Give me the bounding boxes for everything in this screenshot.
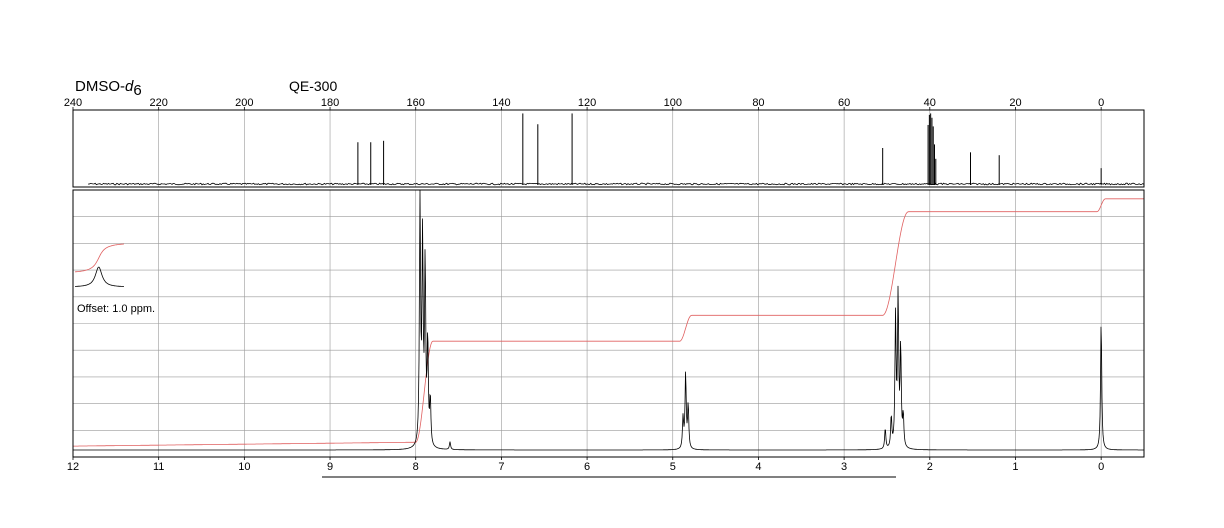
- c13-tick-label: 200: [235, 97, 253, 109]
- c13-tick-label: 80: [752, 97, 764, 109]
- c13-trace: [87, 182, 1145, 186]
- offset-label: Offset: 1.0 ppm.: [77, 303, 155, 315]
- c13-tick-label: 0: [1098, 97, 1104, 109]
- c13-frame: [72, 109, 1145, 188]
- c13-tick-label: 20: [1009, 97, 1021, 109]
- h1-tick-label: 10: [238, 461, 250, 473]
- c13-tick-label: 140: [492, 97, 510, 109]
- h1-axis: 12 11 10 9 8 7 6 5 4 3 2 1 0: [67, 457, 1104, 473]
- h1-tick-label: 3: [841, 461, 847, 473]
- h1-grid: [72, 190, 1144, 457]
- h1-tick-label: 0: [1098, 461, 1104, 473]
- c13-axis: 240 220 200 180 160 140 120 100 80 60 40 20 0: [64, 97, 1104, 110]
- h1-tick-label: 8: [413, 461, 419, 473]
- solvent-label: DMSO-d6: [75, 78, 142, 99]
- c13-tick-label: 120: [578, 97, 596, 109]
- c13-tick-label: 40: [924, 97, 936, 109]
- h1-tick-label: 7: [498, 461, 504, 473]
- c13-tick-label: 240: [64, 97, 82, 109]
- instrument-label: QE-300: [289, 78, 337, 94]
- h1-tick-label: 2: [927, 461, 933, 473]
- c13-tick-label: 60: [838, 97, 850, 109]
- h1-trace: [73, 189, 1144, 451]
- h1-integral-curve: [73, 198, 1144, 447]
- c13-tick-label: 100: [664, 97, 682, 109]
- h1-tick-label: 4: [755, 461, 761, 473]
- h1-tick-label: 1: [1012, 461, 1018, 473]
- carbon-13-panel: 240 220 200 180 160 140 120 100 80 60 40 20 0: [64, 97, 1145, 188]
- h1-tick-label: 12: [67, 461, 79, 473]
- c13-tick-label: 180: [321, 97, 339, 109]
- nmr-spectra-figure: DMSO-d6 QE-300 240 220 200 180 160 140 120 100 8…: [64, 78, 1145, 478]
- c13-grid: [72, 110, 1102, 187]
- c13-tick-label: 160: [407, 97, 425, 109]
- h1-tick-label: 9: [327, 461, 333, 473]
- h1-tick-label: 6: [584, 461, 590, 473]
- proton-panel: 12 11 10 9 8 7 6 5 4 3 2 1 0 Offset: 1.0 ppm.: [67, 189, 1145, 478]
- h1-tick-label: 11: [153, 461, 164, 473]
- h1-tick-label: 5: [670, 461, 676, 473]
- c13-tick-label: 220: [150, 97, 168, 109]
